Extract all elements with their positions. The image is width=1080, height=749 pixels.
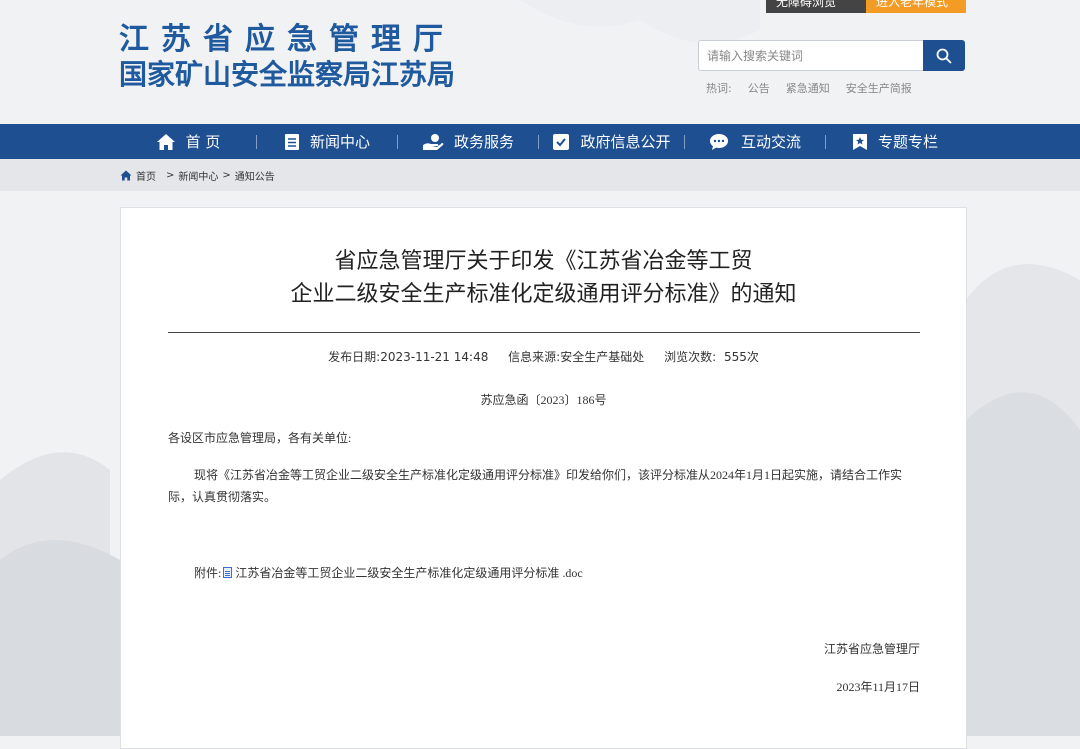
breadcrumb: 首页 > 新闻中心 > 通知公告 (120, 159, 275, 191)
service-icon (422, 133, 444, 150)
nav-label: 专题专栏 (877, 133, 938, 151)
publish-date-label: 发布日期: (328, 350, 381, 364)
check-doc-icon (553, 133, 570, 150)
chat-icon (709, 133, 728, 150)
hotwords-label: 热词: (706, 82, 732, 95)
breadcrumb-separator: > (166, 169, 175, 181)
doc-file-icon (223, 567, 233, 578)
search-icon (936, 48, 952, 63)
search-input[interactable] (698, 40, 924, 71)
hotword-link[interactable]: 公告 (748, 80, 770, 96)
bookmark-icon (852, 133, 867, 150)
nav-item-interaction[interactable]: 互动交流 (685, 124, 825, 159)
view-count: 浏览次数: 555次 (664, 350, 759, 364)
home-icon (156, 133, 175, 150)
breadcrumb-notices[interactable]: 通知公告 (235, 168, 275, 183)
logo-line-1: 江苏省应急管理厅 (119, 23, 455, 56)
article-title-line-1: 省应急管理厅关于印发《江苏省冶金等工贸 (334, 248, 753, 273)
document-number: 苏应急函〔2023〕186号 (480, 393, 607, 407)
nav-item-home[interactable]: 首 页 (120, 124, 256, 159)
search-box (698, 40, 965, 71)
hotword-link[interactable]: 紧急通知 (786, 80, 830, 96)
hotwords: 热词: 公告 紧急通知 安全生产简报 (706, 80, 912, 96)
nav-label: 首 页 (185, 133, 221, 151)
search-button[interactable] (923, 40, 965, 71)
nav-label: 新闻中心 (309, 133, 370, 151)
title-divider (168, 332, 920, 333)
elder-mode-label: 进入老年模式 (876, 0, 949, 9)
article-panel: 省应急管理厅关于印发《江苏省冶金等工贸 企业二级安全生产标准化定级通用评分标准》… (120, 207, 967, 749)
attachment-link[interactable]: 江苏省冶金等工贸企业二级安全生产标准化定级通用评分标准 .doc (235, 564, 582, 581)
breadcrumb-news-center[interactable]: 新闻中心 (178, 168, 218, 183)
info-source-label: 信息来源: (508, 350, 561, 364)
elder-mode-button[interactable]: 进入老年模式 (866, 0, 966, 13)
info-source: 信息来源:安全生产基础处 (508, 350, 644, 364)
barrier-free-button[interactable]: 无障碍浏览 (766, 0, 866, 13)
nav-label: 互动交流 (740, 133, 801, 151)
attachment: 附件: 江苏省冶金等工贸企业二级安全生产标准化定级通用评分标准 .doc (194, 564, 583, 581)
view-count-value: 555次 (723, 350, 759, 364)
nav-label: 政务服务 (453, 133, 514, 151)
main-nav: 首 页 新闻中心 政务服务 政府信息公开 互动交流 专题专栏 (0, 124, 1080, 159)
publish-date: 发布日期:2023-11-21 14:48 (328, 350, 488, 364)
logo-line-2: 国家矿山安全监察局江苏局 (119, 59, 456, 90)
hotword-link[interactable]: 安全生产简报 (846, 80, 912, 96)
attachment-label: 附件: (194, 566, 222, 580)
article-title-line-2: 企业二级安全生产标准化定级通用评分标准》的通知 (290, 281, 797, 306)
barrier-free-label: 无障碍浏览 (776, 0, 837, 9)
nav-item-topics[interactable]: 专题专栏 (826, 124, 964, 159)
breadcrumb-separator: > (222, 169, 231, 181)
publish-date-value: 2023-11-21 14:48 (380, 350, 489, 364)
home-icon (120, 170, 132, 180)
top-tabs: 无障碍浏览 进入老年模式 (766, 0, 966, 13)
breadcrumb-home[interactable]: 首页 (136, 168, 156, 183)
addressee: 各设区市应急管理局，各有关单位: (168, 431, 352, 445)
article-title: 省应急管理厅关于印发《江苏省冶金等工贸 企业二级安全生产标准化定级通用评分标准》… (121, 244, 966, 310)
article-body: 现将《江苏省冶金等工贸企业二级安全生产标准化定级通用评分标准》印发给你们，该评分… (168, 468, 903, 504)
site-logo[interactable]: 江苏省应急管理厅 国家矿山安全监察局江苏局 (119, 22, 469, 92)
info-source-value: 安全生产基础处 (560, 350, 645, 364)
nav-item-services[interactable]: 政务服务 (398, 124, 538, 159)
breadcrumb-bar: 首页 > 新闻中心 > 通知公告 (0, 159, 1080, 191)
nav-item-news[interactable]: 新闻中心 (257, 124, 397, 159)
view-count-label: 浏览次数: (664, 350, 717, 364)
document-icon (284, 133, 299, 150)
nav-item-gov-info[interactable]: 政府信息公开 (539, 124, 684, 159)
signer: 江苏省应急管理厅 (823, 642, 920, 656)
nav-label: 政府信息公开 (580, 133, 671, 151)
sign-date: 2023年11月17日 (836, 680, 920, 694)
article-meta: 发布日期:2023-11-21 14:48 信息来源:安全生产基础处 浏览次数:… (121, 348, 966, 365)
